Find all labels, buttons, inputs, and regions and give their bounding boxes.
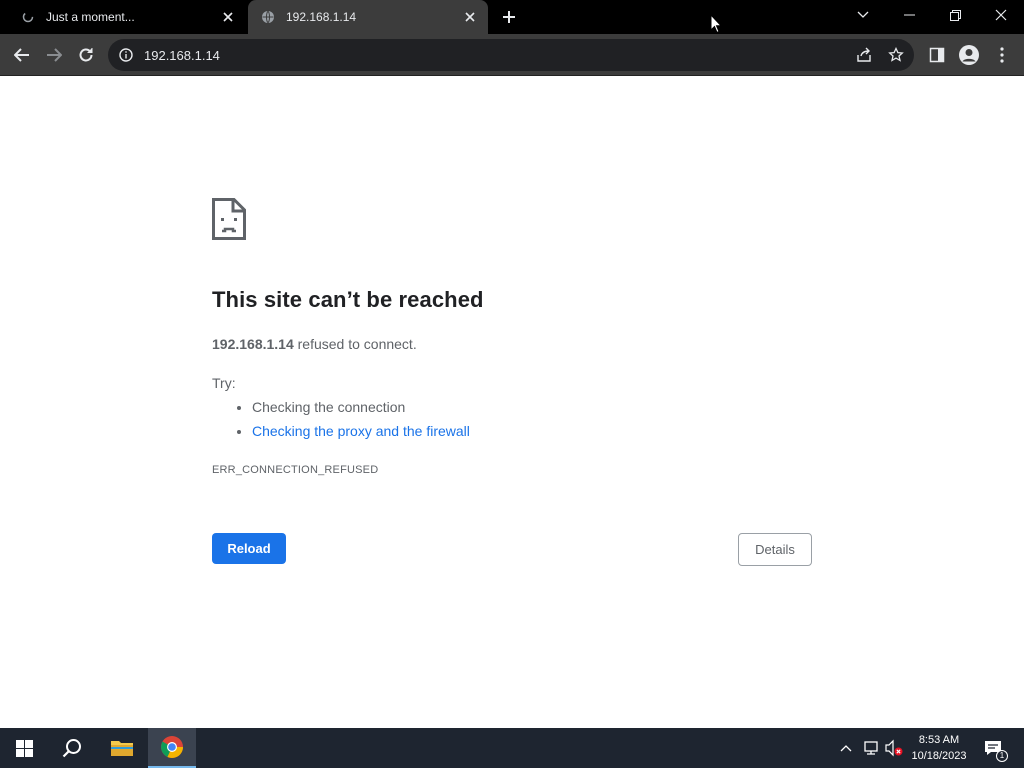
volume-muted-icon[interactable] bbox=[884, 738, 904, 758]
browser-toolbar: 192.168.1.14 bbox=[0, 34, 1024, 76]
new-tab-button[interactable] bbox=[498, 6, 520, 28]
back-button[interactable] bbox=[8, 41, 36, 69]
share-icon[interactable] bbox=[850, 41, 878, 69]
globe-icon bbox=[260, 9, 276, 25]
url-text[interactable]: 192.168.1.14 bbox=[144, 48, 850, 63]
reload-icon[interactable] bbox=[72, 41, 100, 69]
minimize-button[interactable] bbox=[886, 0, 932, 30]
clock[interactable]: 8:53 AM 10/18/2023 bbox=[906, 732, 972, 764]
search-icon[interactable] bbox=[48, 728, 96, 768]
close-window-button[interactable] bbox=[978, 0, 1024, 30]
side-panel-icon[interactable] bbox=[923, 41, 951, 69]
taskbar: 8:53 AM 10/18/2023 1 bbox=[0, 728, 1024, 768]
reload-button[interactable]: Reload bbox=[212, 533, 286, 564]
loading-spinner-icon bbox=[20, 9, 36, 25]
network-icon[interactable] bbox=[861, 738, 881, 758]
error-description-text: refused to connect. bbox=[293, 336, 417, 352]
tab-search-button[interactable] bbox=[840, 0, 886, 30]
error-code: ERR_CONNECTION_REFUSED bbox=[212, 464, 379, 476]
file-explorer-icon[interactable] bbox=[98, 728, 146, 768]
mouse-cursor-icon bbox=[710, 13, 723, 34]
tab-strip: Just a moment... 192.168.1.14 bbox=[0, 0, 1024, 34]
suggestion-item: Checking the connection bbox=[252, 399, 470, 423]
try-label: Try: bbox=[212, 375, 236, 391]
error-title: This site can’t be reached bbox=[212, 287, 484, 312]
error-host: 192.168.1.14 bbox=[212, 336, 294, 352]
suggestion-proxy-firewall-link[interactable]: Checking the proxy and the firewall bbox=[252, 423, 470, 439]
forward-button[interactable] bbox=[40, 41, 68, 69]
tab-title: 192.168.1.14 bbox=[286, 10, 357, 24]
error-description: 192.168.1.14 refused to connect. bbox=[212, 336, 417, 352]
info-icon[interactable] bbox=[118, 47, 134, 63]
tab-title: Just a moment... bbox=[46, 10, 135, 24]
suggestions-list: Checking the connection Checking the pro… bbox=[234, 399, 470, 447]
details-button[interactable]: Details bbox=[738, 533, 812, 566]
sad-page-icon bbox=[212, 198, 246, 240]
chevron-up-icon[interactable] bbox=[836, 738, 856, 758]
start-button[interactable] bbox=[0, 728, 48, 768]
clock-date: 10/18/2023 bbox=[911, 750, 967, 762]
suggestion-item: Checking the proxy and the firewall bbox=[252, 423, 470, 447]
close-icon[interactable] bbox=[462, 9, 478, 25]
tab-just-a-moment[interactable]: Just a moment... bbox=[8, 0, 246, 34]
notification-count-badge: 1 bbox=[996, 750, 1008, 762]
tab-192-168-1-14[interactable]: 192.168.1.14 bbox=[248, 0, 488, 34]
address-bar[interactable]: 192.168.1.14 bbox=[108, 39, 914, 71]
restore-button[interactable] bbox=[932, 0, 978, 30]
bookmark-star-icon[interactable] bbox=[882, 41, 910, 69]
clock-time: 8:53 AM bbox=[918, 734, 960, 746]
chrome-taskbar-icon[interactable] bbox=[148, 728, 196, 768]
profile-avatar-icon[interactable] bbox=[955, 41, 983, 69]
close-icon[interactable] bbox=[220, 9, 236, 25]
suggestion-check-connection: Checking the connection bbox=[252, 399, 406, 415]
menu-kebab-icon[interactable] bbox=[988, 41, 1016, 69]
error-page: This site can’t be reached 192.168.1.14 … bbox=[0, 77, 1024, 728]
